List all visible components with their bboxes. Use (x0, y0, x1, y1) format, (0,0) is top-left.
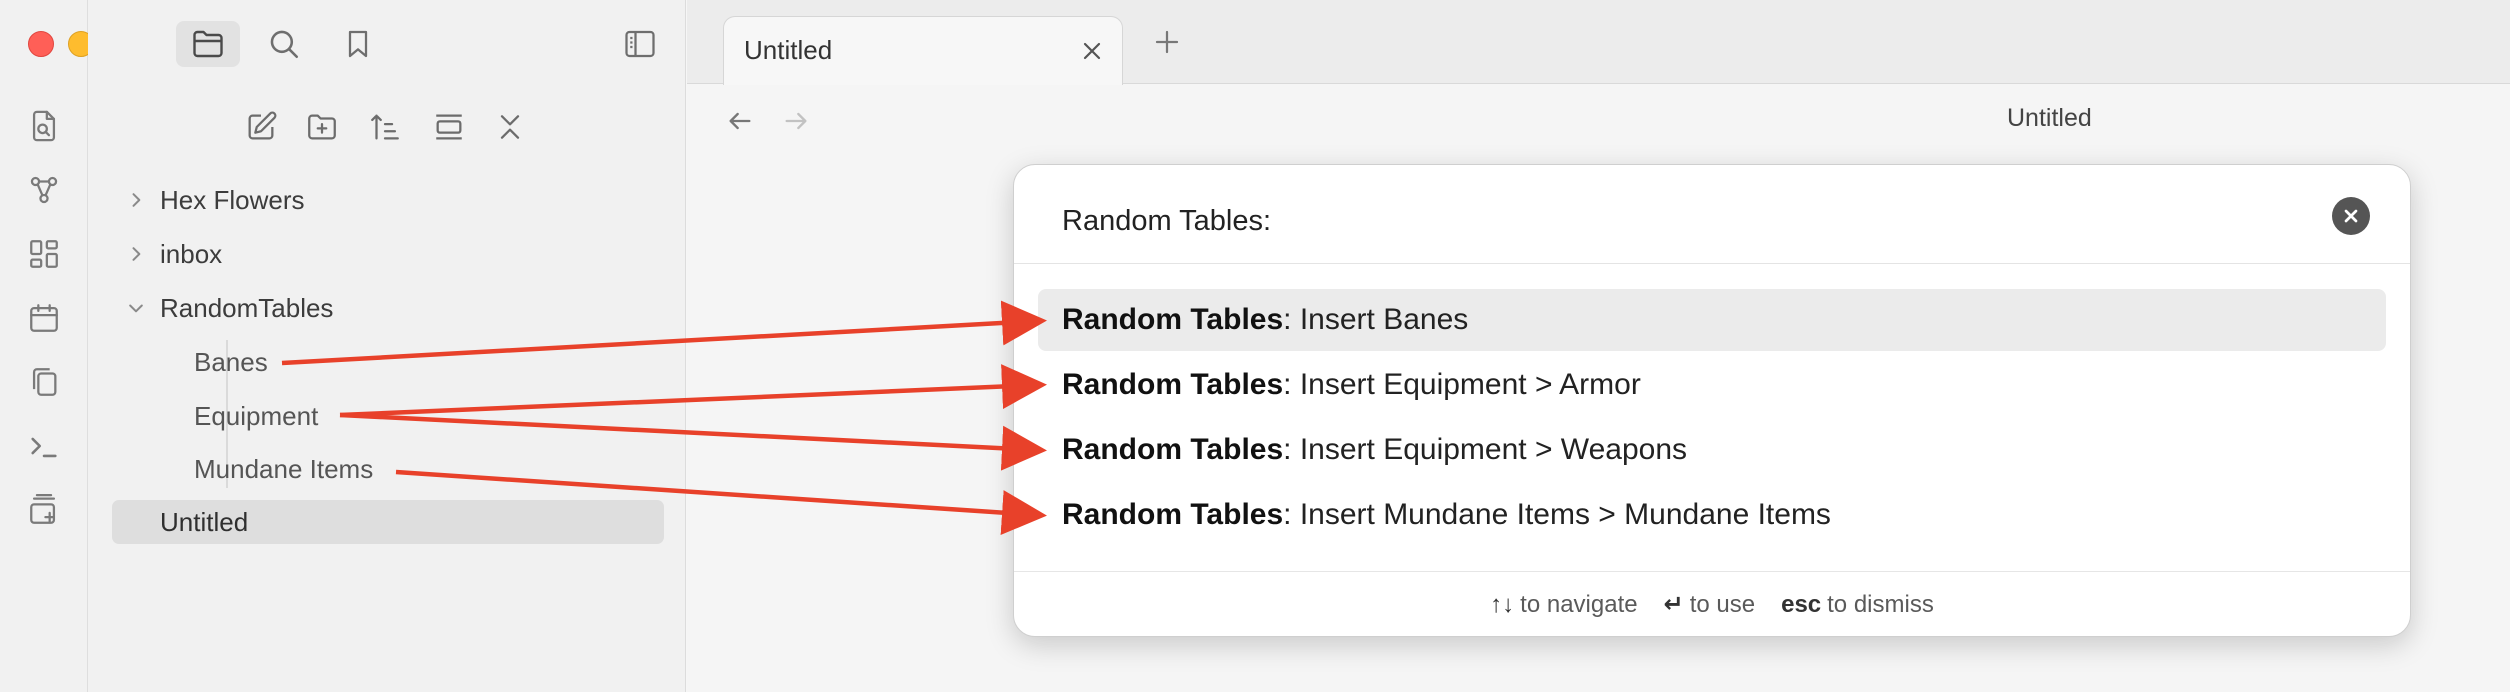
tree-item-label: inbox (160, 238, 223, 269)
sidebar-toggle-icon (622, 26, 658, 62)
file-explorer-tab[interactable] (176, 21, 240, 67)
tree-item-label: Equipment (194, 400, 319, 431)
command-search-input[interactable] (1062, 189, 2282, 253)
terminal-icon[interactable] (22, 424, 66, 468)
sort-button[interactable] (362, 104, 408, 150)
bookmark-icon (342, 28, 374, 60)
tree-file-equipment[interactable]: Equipment (194, 394, 318, 438)
suggestion-rest: : Insert Equipment > Weapons (1283, 433, 1687, 466)
navigate-forward-button[interactable] (779, 104, 813, 138)
close-icon (2341, 206, 2361, 226)
tree-item-label: Hex Flowers (160, 184, 305, 215)
suggestion-item[interactable]: Random Tables: Insert Equipment > Weapon… (1038, 419, 2386, 481)
navigate-back-button[interactable] (723, 104, 757, 138)
tree-folder-inbox[interactable]: inbox (132, 232, 223, 276)
new-folder-button[interactable] (299, 104, 345, 150)
open-quick-switcher-icon[interactable] (22, 104, 66, 148)
tab-untitled[interactable]: Untitled (723, 16, 1123, 85)
suggestion-item[interactable]: Random Tables: Insert Mundane Items > Mu… (1038, 484, 2386, 546)
daily-note-icon[interactable] (22, 296, 66, 340)
tree-folder-randomtables[interactable]: RandomTables (129, 286, 334, 330)
suggestion-rest: : Insert Banes (1283, 303, 1469, 336)
suggestion-match: Random Tables (1062, 368, 1284, 401)
tree-item-label: Banes (194, 346, 268, 377)
collapse-all-button[interactable] (487, 104, 533, 150)
close-icon[interactable] (1078, 37, 1106, 65)
bookmarks-tab[interactable] (326, 21, 390, 67)
new-note-icon (244, 110, 278, 144)
sort-icon (368, 110, 402, 144)
tab-bar: Untitled (687, 0, 2510, 85)
window-close-button[interactable] (28, 31, 54, 57)
view-header-title[interactable]: Untitled (2007, 104, 2477, 138)
auto-reveal-icon (432, 110, 466, 144)
chevron-right-icon (126, 190, 146, 210)
suggestion-item[interactable]: Random Tables: Insert Banes (1038, 289, 2386, 351)
instruction-use: ↵ to use (1663, 591, 1756, 618)
suggestion-item[interactable]: Random Tables: Insert Equipment > Armor (1038, 354, 2386, 416)
clear-search-button[interactable] (2332, 197, 2370, 235)
collapse-all-icon (494, 111, 526, 143)
tree-item-label: Untitled (160, 506, 249, 537)
new-tab-button[interactable] (1147, 22, 1187, 62)
graph-view-icon[interactable] (22, 168, 66, 212)
auto-reveal-button[interactable] (426, 104, 472, 150)
plus-icon (1152, 27, 1182, 57)
suggestion-match: Random Tables (1062, 303, 1284, 336)
tab-title: Untitled (744, 35, 833, 65)
command-palette-icon[interactable] (22, 488, 66, 532)
sidebar-toggle-button[interactable] (608, 21, 672, 67)
suggestion-match: Random Tables (1062, 433, 1284, 466)
new-folder-icon (305, 110, 339, 144)
folder-icon (190, 26, 226, 62)
command-palette-modal: Random Tables: Insert Banes Random Table… (1013, 164, 2411, 637)
tree-file-banes[interactable]: Banes (194, 340, 268, 384)
suggestion-match: Random Tables (1062, 498, 1284, 531)
chevron-down-icon (126, 298, 146, 318)
tree-folder-hex-flowers[interactable]: Hex Flowers (132, 178, 305, 222)
tree-item-label: RandomTables (160, 292, 334, 323)
chevron-right-icon (126, 244, 146, 264)
arrow-left-icon (726, 107, 754, 135)
suggestion-rest: : Insert Mundane Items > Mundane Items (1283, 498, 1831, 531)
canvas-icon[interactable] (22, 232, 66, 276)
search-tab[interactable] (252, 21, 316, 67)
tree-file-untitled[interactable]: Untitled (112, 500, 664, 544)
prompt-instructions: ↑↓ to navigate ↵ to use esc to dismiss (1014, 571, 2410, 636)
suggestion-rest: : Insert Equipment > Armor (1283, 368, 1641, 401)
file-explorer-sidebar: Hex Flowers inbox RandomTables Banes Equ… (88, 0, 686, 692)
tree-item-label: Mundane Items (194, 453, 374, 484)
new-note-button[interactable] (238, 104, 284, 150)
instruction-navigate: ↑↓ to navigate (1490, 590, 1638, 618)
templates-icon[interactable] (22, 360, 66, 404)
tree-file-mundane-items[interactable]: Mundane Items (194, 447, 373, 491)
arrow-right-icon (782, 107, 810, 135)
prompt-divider (1014, 263, 2410, 264)
instruction-dismiss: esc to dismiss (1781, 590, 1934, 618)
search-icon (267, 27, 301, 61)
ribbon (0, 0, 134, 692)
